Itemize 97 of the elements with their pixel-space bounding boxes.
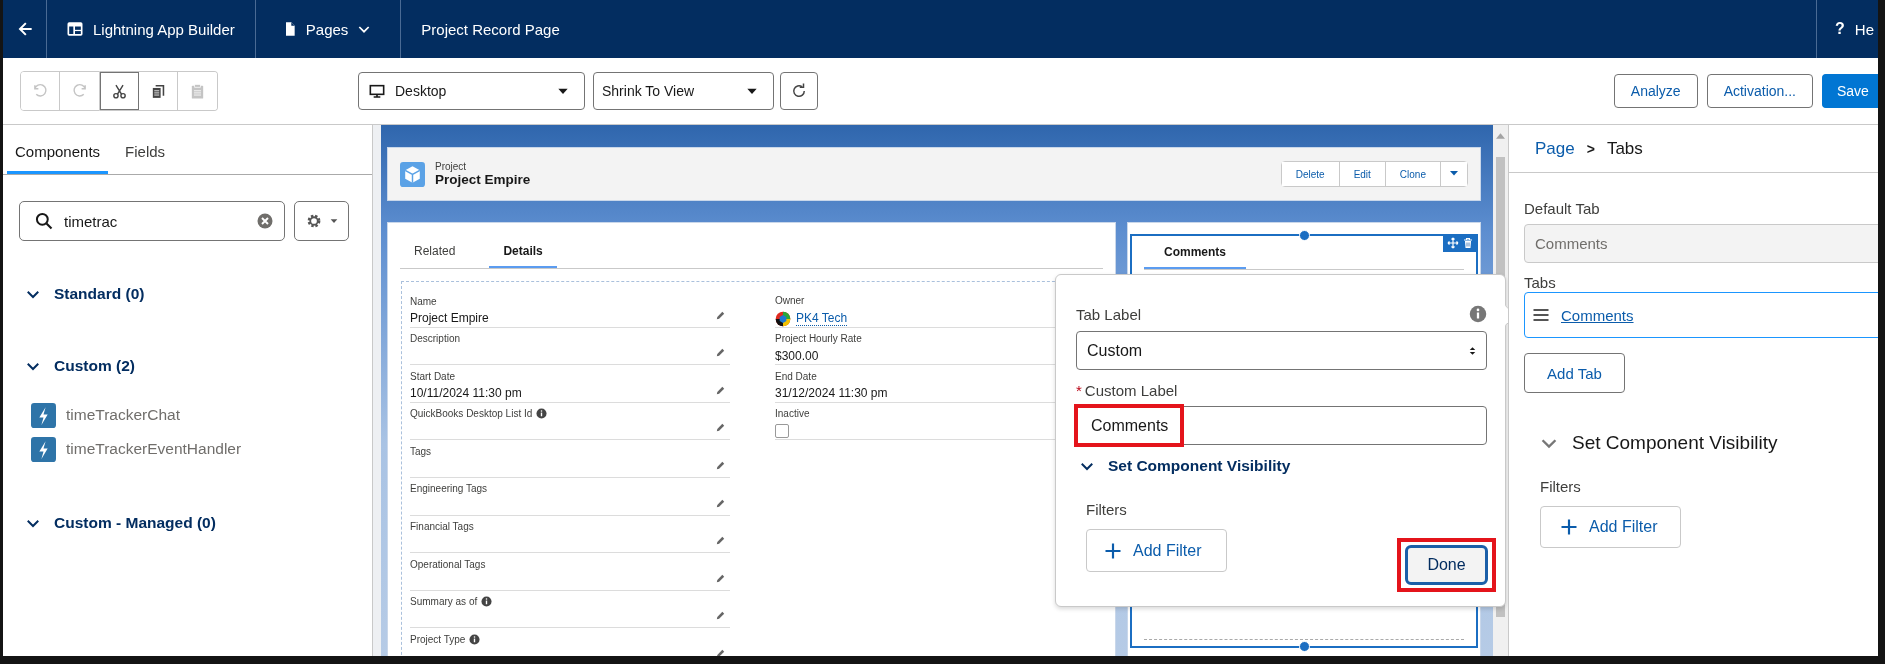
bolt-icon [31, 402, 56, 428]
field-label: Owner [775, 295, 805, 307]
search-field[interactable]: timetrac [19, 201, 285, 241]
toolbar-button[interactable]: Activation... [1706, 74, 1813, 108]
component-tab[interactable]: Comments [1144, 236, 1246, 269]
record-name: Project Empire [435, 172, 531, 187]
field-label: Inactive [775, 408, 810, 420]
filters-label: Filters [1540, 479, 1582, 495]
done-button[interactable]: Done [1405, 545, 1488, 585]
bolt-icon [31, 436, 56, 462]
field-label: Start Date [410, 370, 456, 382]
pencil-icon [715, 497, 726, 509]
caret-icon [328, 216, 339, 226]
add-filter-button[interactable]: Add Filter [1086, 529, 1227, 572]
tab-list-item[interactable]: Comments [1524, 292, 1878, 338]
section-header[interactable]: Set Component Visibility [1076, 455, 1291, 477]
field-label: Project Type [410, 633, 466, 645]
zoom-select[interactable]: Shrink To View [593, 72, 774, 110]
info-icon [1469, 305, 1487, 323]
refresh-button[interactable] [780, 72, 818, 110]
add-tab-button[interactable]: Add Tab [1524, 353, 1625, 393]
field-label: Tab Label [1076, 305, 1142, 323]
app-title: Lightning App Builder [93, 20, 235, 38]
field-value: 10/11/2024 11:30 pm [410, 386, 522, 401]
pencil-icon [715, 384, 726, 396]
field-label: Name [410, 295, 437, 307]
component-item[interactable]: timeTrackerChat [3, 398, 372, 432]
search-icon [34, 211, 54, 231]
info-icon [481, 596, 493, 608]
panel-tab[interactable]: Components [7, 125, 109, 174]
app-builder-icon [65, 19, 85, 39]
move-icon [1447, 237, 1459, 249]
record-tab[interactable]: Details [489, 235, 557, 268]
info-icon [469, 633, 481, 645]
field-label: Default Tab [1524, 201, 1601, 217]
component-item[interactable]: timeTrackerEventHandler [3, 432, 372, 466]
paste-icon [189, 82, 206, 100]
pencil-icon [715, 422, 726, 434]
field-label: Financial Tags [410, 521, 474, 533]
tab-label-select[interactable]: Custom [1076, 331, 1487, 370]
info-icon [536, 408, 548, 420]
cube-icon [400, 161, 425, 187]
field-label: Engineering Tags [410, 483, 488, 495]
pencil-icon [715, 535, 726, 547]
trash-icon [1462, 237, 1474, 249]
field-label: Summary as of [410, 596, 478, 608]
pencil-icon [715, 572, 726, 584]
section-header[interactable]: Standard (0) [3, 279, 151, 309]
field-label: * Custom Label [1076, 381, 1178, 399]
breadcrumb-separator: > [1586, 140, 1595, 157]
pencil-icon [715, 347, 726, 359]
field-value: 31/12/2024 11:30 pm [775, 386, 888, 401]
field-label: Operational Tags [410, 558, 486, 570]
record-action-button[interactable]: Delete [1281, 162, 1340, 186]
move-button[interactable] [1447, 237, 1459, 249]
resize-handle[interactable] [1299, 230, 1310, 241]
delete-button[interactable] [1462, 237, 1474, 249]
save-button[interactable]: Save [1822, 74, 1878, 108]
custom-label-field[interactable]: Comments [1076, 406, 1487, 445]
record-tab[interactable]: Related [400, 235, 470, 268]
field-label: Tags [410, 445, 432, 457]
device-select[interactable]: Desktop [358, 72, 585, 110]
field-label: Tabs [1524, 275, 1557, 291]
field-value: $300.00 [775, 348, 819, 363]
pencil-icon [715, 309, 726, 321]
pencil-icon [715, 459, 726, 471]
avatar-icon [775, 310, 791, 327]
object-name: Project [435, 161, 468, 172]
field-label: Description [410, 333, 461, 345]
monitor-icon [369, 83, 385, 99]
resize-handle[interactable] [1299, 641, 1310, 652]
breadcrumb-link[interactable]: Page [1535, 138, 1575, 159]
checkbox[interactable] [775, 423, 789, 438]
plus-icon [1559, 517, 1579, 537]
owner-link[interactable]: PK4 Tech [796, 311, 848, 327]
filters-label: Filters [1086, 501, 1128, 520]
field-value: Project Empire [410, 311, 489, 325]
panel-tab[interactable]: Fields [117, 125, 174, 174]
scissors-icon [110, 82, 128, 100]
redo-icon [71, 82, 88, 100]
cut-button[interactable] [100, 72, 139, 110]
section-header[interactable]: Custom (2) [3, 351, 141, 381]
toolbar-button[interactable]: Analyze [1613, 74, 1698, 108]
undo-icon [31, 82, 49, 100]
field-label: QuickBooks Desktop List Id [410, 408, 533, 420]
pencil-icon [715, 610, 726, 622]
field-label: Project Hourly Rate [775, 333, 862, 345]
field-label: End Date [775, 370, 817, 382]
breadcrumb-current: Tabs [1606, 138, 1643, 159]
page-name: Project Record Page [421, 20, 560, 38]
pencil-icon [715, 647, 726, 656]
add-filter-button[interactable]: Add Filter [1540, 506, 1681, 548]
clear-icon[interactable] [256, 212, 274, 230]
section-header[interactable]: Custom - Managed (0) [3, 508, 222, 538]
section-header[interactable]: Set Component Visibility [1538, 431, 1778, 455]
refresh-icon [790, 82, 808, 100]
settings-button[interactable] [294, 201, 349, 241]
